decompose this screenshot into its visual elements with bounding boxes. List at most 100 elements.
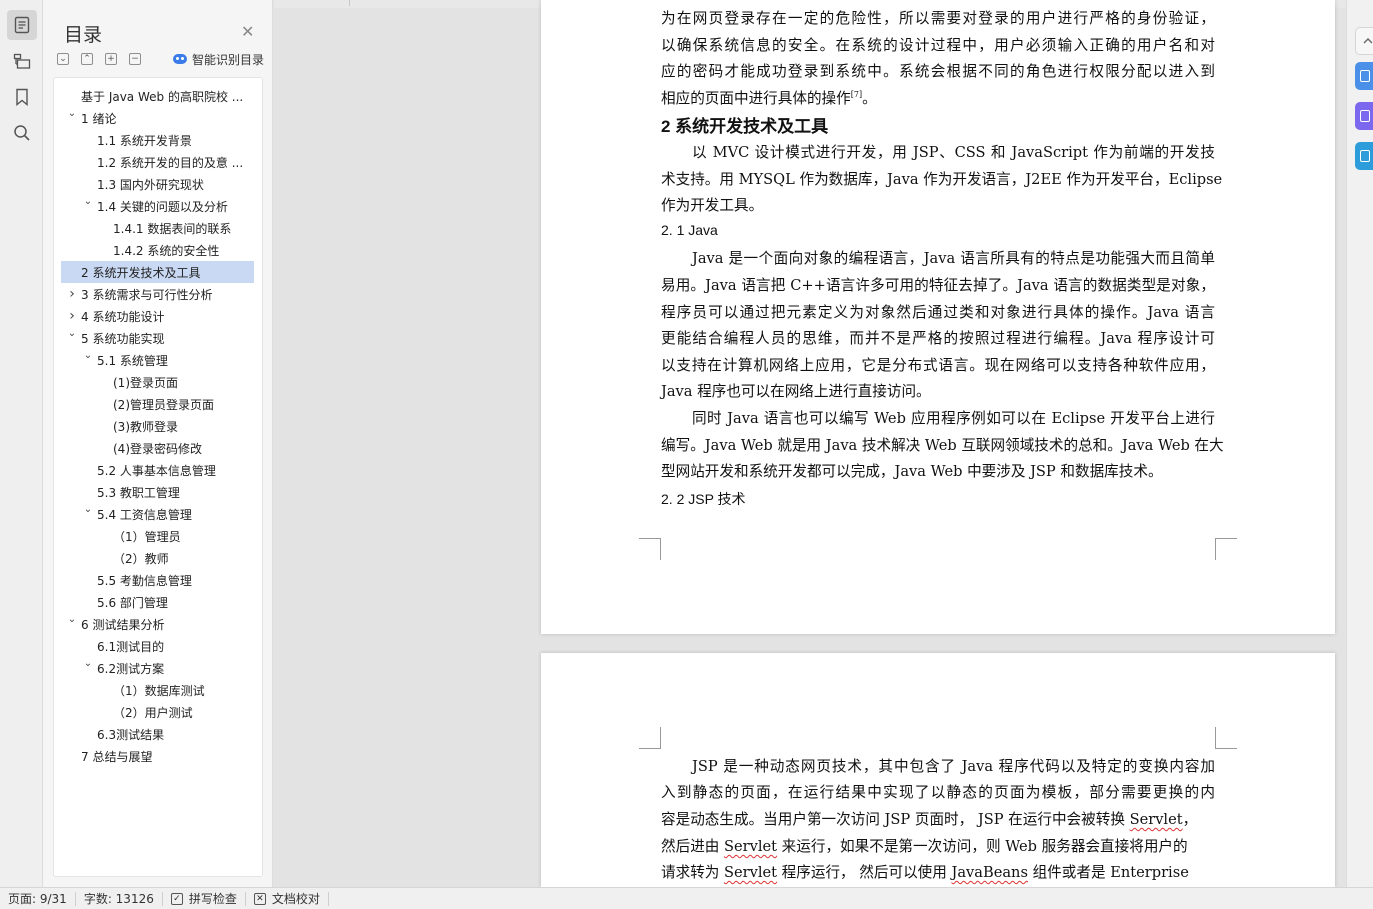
chevron-down-icon[interactable]: ⌄ [67,614,77,625]
toc-item[interactable]: › 3 系统需求与可行性分析 [54,283,262,305]
status-bar: 页面: 9/31 字数: 13126 ✓ 拼写检查 ✕ 文档校对 [0,887,1373,909]
toc-item[interactable]: 6.3测试结果 [54,723,262,745]
toc-item[interactable]: （1）管理员 [54,525,262,547]
smart-toc-button[interactable]: 智能识别目录 [173,51,264,68]
toc-item-label: （1）数据库测试 [113,683,205,698]
subsection-heading: 2. 2 JSP 技术 [661,491,746,507]
search-icon[interactable] [7,118,37,148]
ai-assistant-button[interactable] [1355,102,1373,130]
toc-item-label: 1.4 关键的问题以及分析 [97,199,228,214]
toc-item[interactable]: 5.2 人事基本信息管理 [54,459,262,481]
toc-item[interactable]: (4)登录密码修改 [54,437,262,459]
toc-item-label: (2)管理员登录页面 [113,397,214,412]
spelling-flag[interactable]: JavaBeans [952,864,1028,881]
toc-item[interactable]: （2）用户测试 [54,701,262,723]
toc-item-label: (3)教师登录 [113,419,178,434]
toc-item[interactable]: 5.3 教职工管理 [54,481,262,503]
collapse-all-icon[interactable]: ⌃ [81,53,93,65]
chevron-down-icon[interactable]: ⌄ [83,196,93,207]
toc-item[interactable]: 基于 Java Web 的高职院校 ... [54,85,262,107]
chevron-right-icon[interactable]: › [67,308,77,324]
spelling-flag[interactable]: Servlet [724,864,777,881]
right-tool-rail [1346,0,1373,887]
toc-item[interactable]: ⌄ 5 系统功能实现 [54,327,262,349]
toc-item[interactable]: 1.3 国内外研究现状 [54,173,262,195]
toc-item[interactable]: › 4 系统功能设计 [54,305,262,327]
toc-item[interactable]: (2)管理员登录页面 [54,393,262,415]
text-line: 以支持在计算机网络上应用，它是分布式语言。现在网络可以支持各种软件应用， [661,357,1215,374]
toc-panel-icon[interactable] [7,10,37,40]
smart-toc-label: 智能识别目录 [192,52,265,67]
doc-tools-button[interactable] [1355,142,1373,170]
toc-item[interactable]: ⌄ 1 绪论 [54,107,262,129]
remove-level-icon[interactable]: − [129,53,141,65]
bookmark-icon[interactable] [7,82,37,112]
divider [327,891,329,906]
toc-item[interactable]: 6.1测试目的 [54,635,262,657]
chevron-down-icon[interactable]: ⌄ [83,350,93,361]
robot-icon [173,54,187,64]
chevron-down-icon[interactable]: ⌄ [83,504,93,515]
toc-item[interactable]: ⌄ 1.4 关键的问题以及分析 [54,195,262,217]
chevron-down-icon[interactable]: ⌄ [67,108,77,119]
toc-item[interactable]: 7 总结与展望 [54,745,262,767]
spell-check-button[interactable]: ✓ 拼写检查 [163,888,245,909]
toc-item[interactable]: 2 系统开发技术及工具 [61,261,254,283]
collapse-up-icon[interactable] [1355,27,1373,55]
toc-item-label: (1)登录页面 [113,375,178,390]
toc-item-label: 5.2 人事基本信息管理 [97,463,216,478]
chevron-right-icon[interactable]: › [67,286,77,302]
navigation-tree-icon[interactable] [7,46,37,76]
expand-all-icon[interactable]: ⌄ [57,53,69,65]
toc-item-label: 1.4.2 系统的安全性 [113,243,220,258]
text-line: 同时 Java 语言也可以编写 Web 应用程序例如可以在 Eclipse 开发… [692,410,1215,427]
text-line: JSP 是一种动态网页技术，其中包含了 Java 程序代码以及特定的变换内容加 [692,758,1215,775]
word-count[interactable]: 字数: 13126 [76,888,162,909]
spelling-flag[interactable]: Servlet [1130,811,1183,828]
toc-item[interactable]: 5.6 部门管理 [54,591,262,613]
citation[interactable]: [7] [851,90,862,99]
toc-item[interactable]: 1.2 系统开发的目的及意 ... [54,151,262,173]
toc-item-label: 1.4.1 数据表间的联系 [113,221,232,236]
toc-item-label: 5.3 教职工管理 [97,485,180,500]
ai-writing-button[interactable] [1355,62,1373,90]
text-line: Java 是一个面向对象的编程语言，Java 语言所具有的特点是功能强大而且简单 [692,250,1215,267]
text-line: 以确保系统信息的安全。在系统的设计过程中，用户必须输入正确的用户名和对 [661,37,1215,54]
document-page-1: 为在网页登录存在一定的危险性，所以需要对登录的用户进行严格的身份验证， 以确保系… [541,0,1335,634]
toc-item[interactable]: 1.4.1 数据表间的联系 [54,217,262,239]
toc-item[interactable]: (3)教师登录 [54,415,262,437]
text-span: 来运行，如果不是第一次访问，则 Web 服务器会直接将用户的 [777,838,1188,855]
chevron-down-icon[interactable]: ⌄ [83,658,93,669]
close-icon[interactable]: ✕ [241,22,254,41]
text-line: 为在网页登录存在一定的危险性，所以需要对登录的用户进行严格的身份验证， [661,10,1215,27]
page-count[interactable]: 页面: 9/31 [0,888,75,909]
toc-item-label: 5 系统功能实现 [81,331,165,346]
text-line: 应的密码才能成功登录到系统中。系统会根据不同的角色进行权限分配以进入到 [661,63,1215,80]
toc-item[interactable]: ⌄ 5.1 系统管理 [54,349,262,371]
toc-item[interactable]: 1.4.2 系统的安全性 [54,239,262,261]
toc-item-label: 6 测试结果分析 [81,617,165,632]
add-level-icon[interactable]: + [105,53,117,65]
chevron-down-icon[interactable]: ⌄ [67,328,77,339]
toc-item-label: 6.2测试方案 [97,661,165,676]
toc-item[interactable]: (1)登录页面 [54,371,262,393]
text-line: 相应的页面中进行具体的操作[7]。 [661,87,877,108]
text-span: 容是动态生成。当用户第一次访问 JSP 页面时， JSP 在运行中会被转换 [661,811,1130,828]
toc-item[interactable]: ⌄ 6.2测试方案 [54,657,262,679]
section-heading: 2 系统开发技术及工具 [661,117,829,136]
text-span: 然后进由 [661,838,725,855]
proofread-button[interactable]: ✕ 文档校对 [246,888,328,909]
crop-mark [1215,727,1237,749]
toc-item[interactable]: （2）教师 [54,547,262,569]
subsection-heading: 2. 1 Java [661,222,718,238]
toc-item[interactable]: 1.1 系统开发背景 [54,129,262,151]
text-line: 作为开发工具。 [661,197,764,214]
toc-item[interactable]: ⌄ 6 测试结果分析 [54,613,262,635]
text-line: 术支持。用 MYSQL 作为数据库，Java 作为开发语言，J2EE 作为开发平… [661,171,1223,188]
toc-item-label: 6.1测试目的 [97,639,165,654]
toc-item[interactable]: 5.5 考勤信息管理 [54,569,262,591]
toc-item[interactable]: ⌄ 5.4 工资信息管理 [54,503,262,525]
document-icon [1360,150,1370,162]
toc-item[interactable]: （1）数据库测试 [54,679,262,701]
spelling-flag[interactable]: Servlet [724,838,777,855]
